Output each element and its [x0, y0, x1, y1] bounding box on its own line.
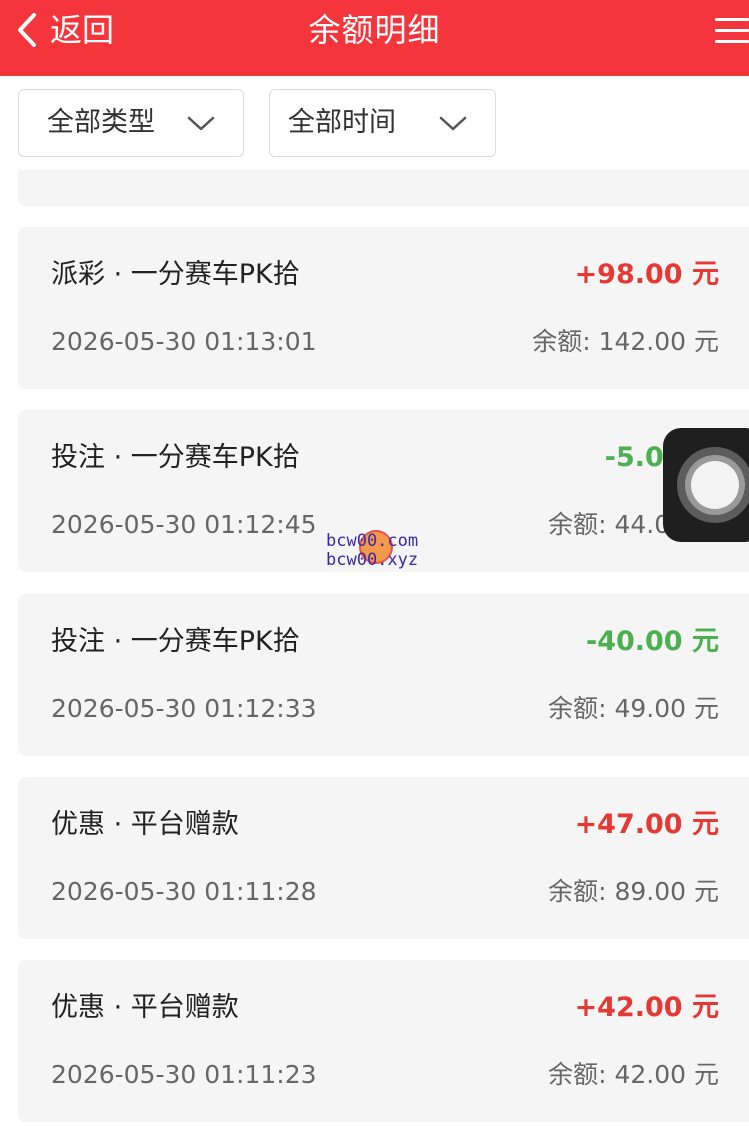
header-bar: 返回 余额明细 — [0, 0, 749, 76]
time-filter-dropdown[interactable]: 全部时间 — [269, 89, 496, 157]
record-title: 投注 · 一分赛车PK拾 — [51, 442, 300, 473]
type-filter-dropdown[interactable]: 全部类型 — [18, 89, 244, 157]
record-title: 优惠 · 平台赠款 — [51, 992, 239, 1023]
type-filter-label: 全部类型 — [47, 107, 155, 138]
watermark-line-2: bcw00.xyz — [326, 550, 419, 570]
list-item[interactable]: 优惠 · 平台赠款 +42.00 元 2026-05-30 01:11:23 余… — [18, 960, 749, 1122]
list-item[interactable]: 优惠 · 平台赠款 +47.00 元 2026-05-30 01:11:28 余… — [18, 777, 749, 939]
record-title: 优惠 · 平台赠款 — [51, 809, 239, 840]
record-time: 2026-05-30 01:12:45 — [51, 510, 317, 539]
record-amount: +42.00 元 — [574, 992, 719, 1023]
balance-detail-page: 返回 余额明细 全部类型 全部时间 派彩 · 一分赛车PK拾 +98.00 元 … — [0, 0, 749, 1126]
record-time: 2026-05-30 01:11:23 — [51, 1060, 317, 1089]
list-item[interactable]: 投注 · 一分赛车PK拾 -40.00 元 2026-05-30 01:12:3… — [18, 594, 749, 756]
time-filter-label: 全部时间 — [288, 107, 396, 138]
assistive-touch-button[interactable] — [663, 428, 749, 542]
chevron-down-icon — [187, 116, 215, 136]
watermark-line-1: bcw00.com — [326, 531, 419, 551]
record-time: 2026-05-30 01:11:28 — [51, 877, 317, 906]
record-amount: +47.00 元 — [574, 809, 719, 840]
record-time: 2026-05-30 01:12:33 — [51, 694, 317, 723]
record-amount: +98.00 元 — [574, 259, 719, 290]
chevron-down-icon — [439, 116, 467, 136]
page-title: 余额明细 — [308, 11, 441, 49]
record-balance: 余额: 89.00 元 — [548, 877, 719, 906]
record-balance: 余额: 49.00 元 — [548, 694, 719, 723]
record-title: 投注 · 一分赛车PK拾 — [51, 626, 300, 657]
record-time: 2026-05-30 01:13:01 — [51, 327, 317, 356]
record-title: 派彩 · 一分赛车PK拾 — [51, 259, 300, 290]
record-balance: 余额: 42.00 元 — [548, 1060, 719, 1089]
assistive-touch-icon — [677, 447, 749, 523]
hamburger-menu-icon[interactable] — [709, 12, 749, 48]
record-amount: -40.00 元 — [585, 626, 719, 657]
record-balance: 余额: 142.00 元 — [532, 327, 719, 356]
list-item-partial — [18, 170, 749, 206]
list-item[interactable]: 派彩 · 一分赛车PK拾 +98.00 元 2026-05-30 01:13:0… — [18, 227, 749, 389]
watermark: bcw00.com bcw00.xyz — [326, 530, 436, 574]
